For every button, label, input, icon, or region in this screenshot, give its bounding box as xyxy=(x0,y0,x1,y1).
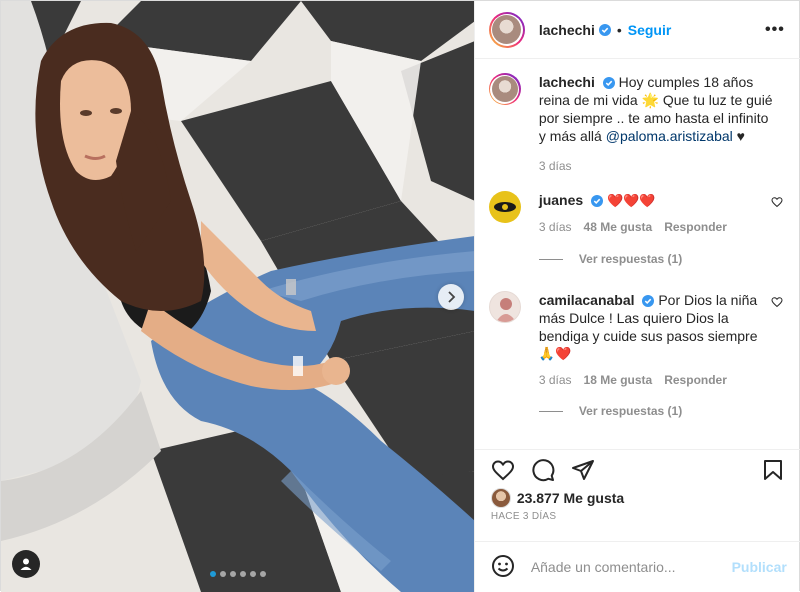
like-comment-heart-icon[interactable] xyxy=(771,195,783,211)
author-avatar[interactable] xyxy=(488,11,525,48)
comment-text: ❤️❤️❤️ xyxy=(606,193,656,208)
chevron-right-icon xyxy=(448,291,456,303)
reply-button[interactable]: Responder xyxy=(664,371,727,389)
caption-mention-link[interactable]: @paloma.aristizabal xyxy=(606,128,733,144)
instagram-post: lachechi • Seguir ••• lachechi Hoy cumpl… xyxy=(0,0,800,592)
comment-input[interactable] xyxy=(530,559,721,575)
heart-icon[interactable] xyxy=(491,458,515,485)
post-header: lachechi • Seguir ••• xyxy=(474,1,800,59)
caption-time: 3 días xyxy=(538,159,572,173)
comment-emoji: 🙏❤️ xyxy=(538,346,572,361)
post-photo[interactable] xyxy=(1,1,474,592)
comment-avatar[interactable] xyxy=(488,191,521,223)
posted-time: HACE 3 DÍAS xyxy=(490,511,557,522)
verified-badge-icon xyxy=(642,295,655,308)
comments-list[interactable]: lachechi Hoy cumples 18 años reina de mi… xyxy=(475,59,800,449)
view-replies-label: Ver respuestas (1) xyxy=(578,404,683,418)
likes-count[interactable]: 23.877 Me gusta xyxy=(517,490,624,506)
carousel-dot xyxy=(260,571,266,577)
carousel-indicator xyxy=(210,571,266,577)
comment-bubble-icon[interactable] xyxy=(531,458,555,485)
carousel-dot xyxy=(220,571,226,577)
likes-summary[interactable]: 23.877 Me gusta xyxy=(490,488,624,508)
comment-likes[interactable]: 48 Me gusta xyxy=(584,218,653,236)
verified-badge-icon xyxy=(598,23,611,36)
more-options-button[interactable]: ••• xyxy=(765,21,785,39)
caption-avatar[interactable] xyxy=(488,73,521,105)
smiley-icon[interactable] xyxy=(491,554,515,581)
comment-username[interactable]: camilacanabal xyxy=(539,292,635,308)
comment-avatar[interactable] xyxy=(488,291,521,323)
view-replies-label: Ver respuestas (1) xyxy=(578,252,683,266)
photo-scene xyxy=(1,1,474,592)
carousel-dot xyxy=(230,571,236,577)
next-photo-button[interactable] xyxy=(438,284,464,310)
view-replies-button[interactable]: Ver respuestas (1) xyxy=(538,404,683,418)
reply-button[interactable]: Responder xyxy=(664,218,727,236)
view-replies-button[interactable]: Ver respuestas (1) xyxy=(538,252,683,266)
publish-button[interactable]: Publicar xyxy=(732,559,787,575)
bookmark-icon[interactable] xyxy=(761,458,785,485)
caption-text-end: ♥ xyxy=(736,128,745,144)
post-actions: 23.877 Me gusta HACE 3 DÍAS xyxy=(474,449,800,541)
follow-button[interactable]: Seguir xyxy=(628,22,672,38)
carousel-dot xyxy=(250,571,256,577)
carousel-dot xyxy=(210,571,216,577)
user-tag-button[interactable] xyxy=(12,550,40,578)
comment-time: 3 días xyxy=(538,220,572,234)
add-comment-bar: Publicar xyxy=(474,541,800,592)
author-username[interactable]: lachechi xyxy=(539,22,595,38)
liker-avatar xyxy=(490,488,511,508)
paper-plane-icon[interactable] xyxy=(571,458,595,485)
verified-badge-icon xyxy=(602,77,615,90)
separator-dot: • xyxy=(616,21,622,38)
user-tag-icon xyxy=(20,558,32,570)
verified-badge-icon xyxy=(591,195,604,208)
comment-likes[interactable]: 18 Me gusta xyxy=(584,371,653,389)
carousel-dot xyxy=(240,571,246,577)
caption-username[interactable]: lachechi xyxy=(539,74,595,90)
post-sidebar: lachechi • Seguir ••• lachechi Hoy cumpl… xyxy=(473,1,800,592)
comment-time: 3 días xyxy=(538,373,572,387)
comment-username[interactable]: juanes xyxy=(539,192,583,208)
like-comment-heart-icon[interactable] xyxy=(771,295,783,311)
